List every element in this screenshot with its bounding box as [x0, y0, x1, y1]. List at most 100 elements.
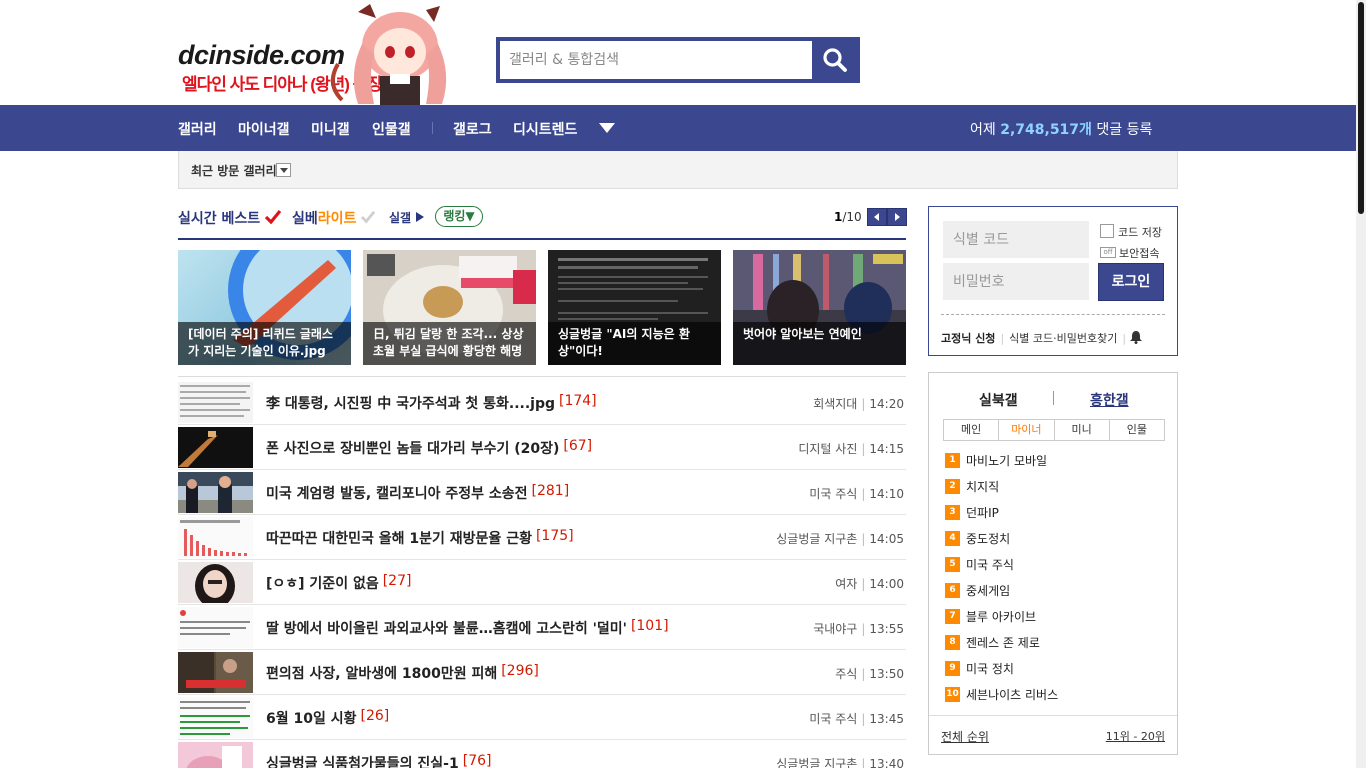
post-title[interactable]: 편의점 사장, 알바생에 1800만원 피해 [296]	[266, 663, 539, 683]
post-gallery[interactable]: 회색지대	[813, 397, 857, 411]
post-gallery[interactable]: 미국 주식	[809, 487, 857, 501]
best-card-2[interactable]: 日, 튀김 달랑 한 조각... 상상초월 부실 급식에 황당한 해명	[363, 250, 536, 365]
post-title[interactable]: 따끈따끈 대한민국 올해 1분기 재방문율 근황 [175]	[266, 528, 574, 548]
post-row-4[interactable]: 따끈따끈 대한민국 올해 1분기 재방문율 근황 [175] 싱글벙글 지구촌 | 1…	[178, 515, 906, 560]
post-row-9[interactable]: 싱글벙글 식품첨가물들의 진실-1 [76] 싱글벙글 지구촌 | 13:40	[178, 740, 906, 768]
cards-divider	[178, 376, 906, 377]
rank-number: 3	[945, 504, 960, 520]
nav-dctrend[interactable]: 디시트렌드	[513, 119, 577, 139]
ranking-item[interactable]: 9 미국 정치	[945, 659, 1014, 677]
post-row-5[interactable]: [ㅇㅎ] 기준이 없음 [27] 여자 | 14:00	[178, 560, 906, 605]
tab-silbuk-gallery[interactable]: 실북갤	[979, 390, 1018, 410]
post-title[interactable]: 6월 10일 시황 [26]	[266, 708, 389, 728]
subtab-minor[interactable]: 마이너	[999, 420, 1055, 440]
ranking-item[interactable]: 6 중세게임	[945, 581, 1010, 599]
post-row-3[interactable]: 미국 계엄령 발동, 캘리포니아 주정부 소송전 [281] 미국 주식 | 14:1…	[178, 470, 906, 515]
search-button[interactable]	[814, 41, 856, 79]
secure-login-toggle[interactable]: off	[1100, 247, 1116, 258]
nav-gallery[interactable]: 갤러리	[178, 119, 217, 139]
check-icon	[264, 209, 282, 225]
login-button[interactable]: 로그인	[1098, 263, 1164, 301]
id-code-input[interactable]	[943, 221, 1089, 258]
page-total: /10	[842, 210, 862, 224]
tab-silbe-light[interactable]: 실베라이트	[292, 208, 376, 228]
rank-number: 5	[945, 556, 960, 572]
meta-divider: |	[861, 532, 866, 546]
tab-realtime-best-label: 실시간 베스트	[178, 211, 261, 227]
ranking-item[interactable]: 8 젠레스 존 제로	[945, 633, 1040, 651]
password-input[interactable]	[943, 263, 1089, 300]
post-title-text: 미국 계엄령 발동, 캘리포니아 주정부 소송전	[266, 486, 528, 502]
meta-divider: |	[861, 622, 866, 636]
find-credentials-link[interactable]: 식별 코드·비밀번호찾기	[1009, 332, 1117, 345]
ranking-item[interactable]: 1 마비노기 모바일	[945, 451, 1047, 469]
post-title[interactable]: 李 대통령, 시진핑 中 국가주석과 첫 통화....jpg [174]	[266, 393, 597, 413]
ranking-pill[interactable]: 랭킹▼	[435, 206, 483, 227]
post-title[interactable]: 미국 계엄령 발동, 캘리포니아 주정부 소송전 [281]	[266, 483, 569, 503]
nav-mini-gallery[interactable]: 미니갤	[311, 119, 350, 139]
subtab-mini[interactable]: 미니	[1055, 420, 1110, 440]
tab-heunghan-gallery[interactable]: 흥한갤	[1090, 390, 1129, 410]
post-title[interactable]: 딸 방에서 바이올린 과외교사와 불륜…홈캠에 고스란히 '덜미' [101]	[266, 618, 669, 638]
caret-down-icon: ▼	[465, 209, 475, 223]
post-gallery[interactable]: 싱글벙글 지구촌	[776, 532, 857, 546]
comment-count: [296]	[501, 663, 539, 679]
save-code-checkbox[interactable]	[1100, 224, 1114, 238]
nav-minor-gallery[interactable]: 마이너갤	[238, 119, 290, 139]
post-row-7[interactable]: 편의점 사장, 알바생에 1800만원 피해 [296] 주식 | 13:50	[178, 650, 906, 695]
post-meta: 미국 주식 | 13:45	[809, 710, 904, 727]
post-thumbnail	[178, 742, 253, 768]
subtab-main[interactable]: 메인	[944, 420, 1000, 440]
chevron-right-icon	[895, 213, 900, 221]
nav-person-gallery[interactable]: 인물갤	[372, 119, 411, 139]
post-row-2[interactable]: 폰 사진으로 장비뿐인 놈들 대가리 부수기 (20장) [67] 디지털 사진 |…	[178, 425, 906, 470]
post-gallery[interactable]: 디지털 사진	[798, 442, 857, 456]
bell-icon[interactable]	[1129, 330, 1143, 344]
search-input[interactable]	[500, 41, 812, 79]
ranking-item[interactable]: 4 중도정치	[945, 529, 1010, 547]
ranking-item[interactable]: 7 블루 아카이브	[945, 607, 1036, 625]
nav-more-caret-icon[interactable]	[599, 123, 615, 133]
post-thumbnail	[178, 652, 253, 693]
card-caption: 日, 튀김 달랑 한 조각... 상상초월 부실 급식에 황당한 해명	[363, 322, 536, 365]
ranking-item[interactable]: 3 던파IP	[945, 503, 999, 521]
tab-silgal[interactable]: 실갤	[389, 209, 425, 226]
post-gallery[interactable]: 미국 주식	[809, 712, 857, 726]
all-ranking-link[interactable]: 전체 순위	[941, 728, 989, 745]
post-title[interactable]: 싱글벙글 식품첨가물들의 진실-1 [76]	[266, 753, 492, 768]
page-scrollbar[interactable]	[1356, 0, 1366, 768]
ranking-item[interactable]: 2 치지직	[945, 477, 999, 495]
scrollbar-thumb[interactable]	[1358, 2, 1364, 214]
signup-link[interactable]: 고정닉 신청	[941, 332, 995, 345]
next-page-button[interactable]	[887, 208, 907, 226]
post-thumbnail	[178, 517, 253, 558]
comment-count: [175]	[535, 528, 574, 544]
ranking-item[interactable]: 10 세븐나이츠 리버스	[945, 685, 1058, 703]
post-gallery[interactable]: 주식	[835, 667, 857, 681]
best-card-4[interactable]: 벗어야 알아보는 연예인	[733, 250, 906, 365]
subtab-person[interactable]: 인물	[1110, 420, 1164, 440]
best-card-1[interactable]: [데이터 주의] 리퀴드 글래스가 지리는 기술인 이유.jpg	[178, 250, 351, 365]
prev-page-button[interactable]	[867, 208, 887, 226]
rank-gallery-name: 중도정치	[966, 531, 1011, 546]
post-title[interactable]: 폰 사진으로 장비뿐인 놈들 대가리 부수기 (20장) [67]	[266, 438, 592, 458]
best-card-3[interactable]: 싱글벙글 "AI의 지능은 환상"이다!	[548, 250, 721, 365]
post-title[interactable]: [ㅇㅎ] 기준이 없음 [27]	[266, 573, 411, 593]
mascot-illustration	[330, 4, 447, 105]
rank-gallery-name: 세븐나이츠 리버스	[966, 687, 1059, 702]
tab-realtime-best[interactable]: 실시간 베스트	[178, 208, 282, 228]
post-gallery[interactable]: 국내야구	[813, 622, 857, 636]
post-row-1[interactable]: 李 대통령, 시진핑 中 국가주석과 첫 통화....jpg [174] 회색지대…	[178, 380, 906, 425]
post-row-6[interactable]: 딸 방에서 바이올린 과외교사와 불륜…홈캠에 고스란히 '덜미' [101] 국…	[178, 605, 906, 650]
post-meta: 미국 주식 | 14:10	[809, 485, 904, 502]
nav-gallog[interactable]: 갤로그	[453, 119, 492, 139]
page: dcinside.com 엘다인 사도 디아나 (왕년) 등장! 갤러리 & 통…	[0, 0, 1366, 768]
post-gallery[interactable]: 여자	[835, 577, 857, 591]
post-meta: 싱글벙글 지구촌 | 13:40	[776, 755, 904, 768]
ranking-item[interactable]: 5 미국 주식	[945, 555, 1014, 573]
post-time: 13:55	[869, 622, 904, 636]
recent-visited-dropdown[interactable]	[276, 163, 291, 177]
next-ranking-link[interactable]: 11위 - 20위	[1106, 728, 1165, 744]
post-gallery[interactable]: 싱글벙글 지구촌	[776, 757, 857, 768]
post-row-8[interactable]: 6월 10일 시황 [26] 미국 주식 | 13:45	[178, 695, 906, 740]
